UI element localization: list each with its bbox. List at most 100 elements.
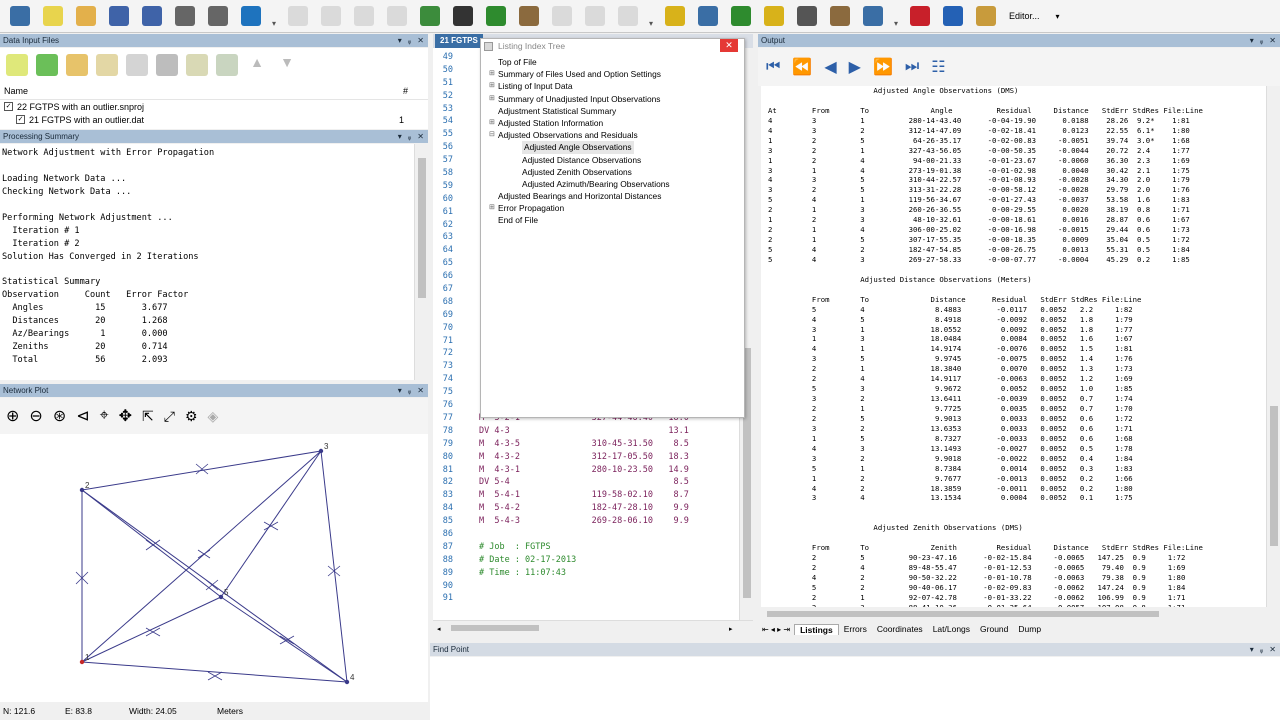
listing-hscrollbar[interactable]: ◂ ▸ (433, 620, 753, 634)
add-files-icon[interactable] (6, 54, 28, 76)
tab-dump[interactable]: Dump (1013, 624, 1046, 635)
station-marker[interactable] (318, 448, 324, 454)
layers-icon[interactable]: ◈ (208, 408, 219, 425)
check-button[interactable] (727, 2, 755, 30)
tree-item[interactable]: Adjusted Bearings and Horizontal Distanc… (481, 190, 744, 202)
save-as-button[interactable] (138, 2, 166, 30)
surveyor-button[interactable] (972, 2, 1000, 30)
network-button[interactable] (694, 2, 722, 30)
star-button[interactable] (39, 2, 67, 30)
inverse-icon[interactable]: ⤢ (164, 408, 175, 425)
column-name-header[interactable]: Name (4, 86, 28, 96)
pin-icon[interactable]: ᵩ (408, 36, 412, 45)
tree-item[interactable]: Adjusted Angle Observations (481, 141, 744, 154)
station-marker[interactable] (218, 594, 224, 600)
cut-button[interactable] (350, 2, 378, 30)
tree-item[interactable]: ⊟ Adjusted Observations and Residuals (481, 129, 744, 141)
output-hscrollbar[interactable] (761, 607, 1280, 621)
close-icon[interactable]: ✕ (1269, 36, 1276, 45)
pin-icon[interactable]: ᵩ (1260, 645, 1264, 654)
dropdown-icon[interactable]: ▾ (398, 132, 402, 141)
tree-item[interactable]: End of File (481, 214, 744, 226)
move-up-icon[interactable]: ▲ (246, 54, 268, 76)
bookmark-button[interactable] (515, 2, 543, 30)
checkbox-icon[interactable]: ✓ (16, 115, 25, 124)
expand-icon[interactable]: ⊞ (489, 202, 498, 214)
c-button[interactable] (939, 2, 967, 30)
bookmark-next-button[interactable] (581, 2, 609, 30)
pan-icon[interactable]: ✥ (119, 406, 132, 426)
tree-item[interactable]: ⊞ Listing of Input Data (481, 80, 744, 92)
dropdown-icon[interactable]: ▾ (398, 36, 402, 45)
editor-button[interactable]: Editor... ▾ (1009, 11, 1060, 21)
expand-icon[interactable]: ⊞ (489, 68, 498, 80)
checklist-button[interactable] (859, 2, 887, 30)
plot-options-icon[interactable]: ⚙ (185, 408, 198, 425)
close-icon[interactable]: ✕ (720, 39, 738, 52)
copy-button[interactable] (383, 2, 411, 30)
bookmark-clear-button[interactable] (614, 2, 642, 30)
column-number-header[interactable]: # (403, 86, 408, 96)
output-scrollbar[interactable] (1266, 86, 1280, 607)
add-file-icon[interactable] (36, 54, 58, 76)
tab-ground[interactable]: Ground (975, 624, 1013, 635)
station-marker[interactable] (344, 679, 350, 685)
find-button[interactable] (449, 2, 477, 30)
tree-item[interactable]: Adjusted Azimuth/Bearing Observations (481, 178, 744, 190)
tree-item[interactable]: Adjusted Zenith Observations (481, 166, 744, 178)
index-tree-icon[interactable]: ☷ (931, 57, 945, 77)
dropdown-icon[interactable]: ▾ (1250, 645, 1254, 654)
tree-item[interactable]: Adjusted Distance Observations (481, 154, 744, 166)
open-folder-button[interactable] (72, 2, 100, 30)
remove-file-icon[interactable] (156, 54, 178, 76)
pin-icon[interactable]: ᵩ (408, 386, 412, 395)
pin-icon[interactable]: ᵩ (408, 132, 412, 141)
redo-button[interactable] (317, 2, 345, 30)
help-button[interactable] (237, 2, 265, 30)
close-icon[interactable]: ✕ (417, 386, 424, 395)
tab-listings[interactable]: Listings (794, 623, 839, 635)
paste-button[interactable] (416, 2, 444, 30)
move-down-icon[interactable]: ▼ (276, 54, 298, 76)
file-list-row[interactable]: ✓ 21 FGTPS with an outlier.dat 1 (0, 113, 428, 126)
station-marker[interactable] (79, 659, 85, 665)
zoom-extents-icon[interactable]: ⊛ (53, 406, 66, 426)
prev-icon[interactable]: ◀ (824, 57, 836, 77)
scroll-right-icon[interactable]: ▸ (729, 625, 733, 633)
print-button[interactable] (171, 2, 199, 30)
dropdown-icon[interactable]: ▾ (398, 386, 402, 395)
question-button[interactable] (760, 2, 788, 30)
output-listing[interactable]: Adjusted Angle Observations (DMS) At From… (761, 86, 1267, 607)
measure-icon[interactable]: ⇱ (142, 408, 154, 425)
expand-icon[interactable]: ⊞ (489, 93, 498, 105)
tree-item[interactable]: ⊞ Summary of Unadjusted Input Observation… (481, 93, 744, 105)
last-icon[interactable]: ⏭ (905, 58, 919, 76)
first-icon[interactable]: ⏮ (766, 58, 780, 76)
tab-errors[interactable]: Errors (839, 624, 872, 635)
new-project-button[interactable] (6, 2, 34, 30)
tree-item[interactable]: Top of File (481, 56, 744, 68)
tab-scroll-icons[interactable]: ⇤ ◂ ▸ ⇥ (762, 625, 790, 634)
tree-item[interactable]: ⊞ Summary of Files Used and Option Settin… (481, 68, 744, 80)
blunder-button[interactable] (793, 2, 821, 30)
toolbar-grip[interactable]: ▾ (647, 4, 655, 28)
edit-file-icon[interactable] (96, 54, 118, 76)
checkbox-icon[interactable]: ✓ (4, 102, 13, 111)
station-marker[interactable] (79, 487, 85, 493)
locate-icon[interactable]: ⌖ (100, 407, 109, 425)
bookmark-prev-button[interactable] (548, 2, 576, 30)
chevron-down-icon[interactable]: ▾ (1056, 12, 1060, 21)
tree-item[interactable]: ⊞ Adjusted Station Information (481, 117, 744, 129)
file-list-row[interactable]: ✓ 22 FGTPS with an outlier.snproj (0, 100, 428, 113)
listing-file-tab[interactable]: 21 FGTPS (435, 34, 483, 48)
scroll-left-icon[interactable]: ◂ (437, 625, 441, 633)
close-icon[interactable]: ✕ (417, 132, 424, 141)
dropdown-icon[interactable]: ▾ (1250, 36, 1254, 45)
print-preview-button[interactable] (204, 2, 232, 30)
expand-icon[interactable]: ⊞ (489, 80, 498, 92)
save-button[interactable] (105, 2, 133, 30)
toolbar-grip[interactable]: ▾ (892, 4, 900, 28)
zoom-out-icon[interactable]: ⊖ (29, 406, 42, 426)
zoom-previous-icon[interactable]: ⊲ (76, 406, 89, 426)
close-icon[interactable]: ✕ (417, 36, 424, 45)
